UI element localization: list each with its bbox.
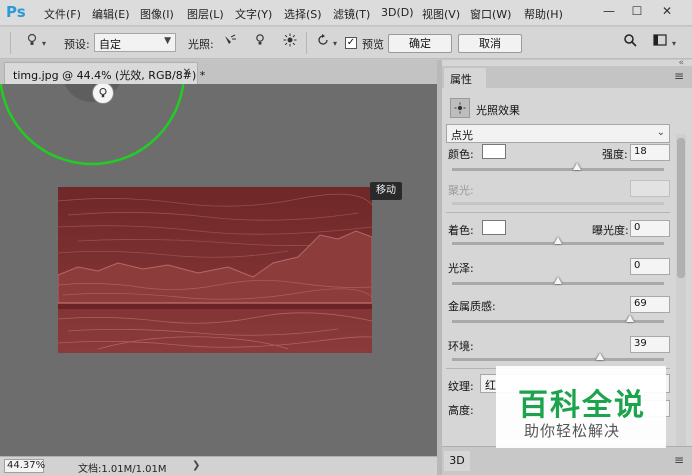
effect-title: 光照效果 [476, 104, 520, 117]
preview-label: 预览 [362, 38, 384, 51]
ok-button[interactable]: 确定 [388, 34, 452, 53]
minimize-button[interactable]: — [598, 2, 620, 20]
panel-header: 属性 ≡ [442, 66, 692, 88]
light-label: 光照: [188, 38, 214, 51]
point-light-icon[interactable] [250, 33, 270, 53]
gloss-slider[interactable] [452, 277, 664, 285]
document-tab-title: timg.jpg @ 44.4% (光效, RGB/8#) * [13, 69, 206, 82]
menu-image[interactable]: 图像(I) [140, 6, 174, 22]
lighting-effects-icon [450, 98, 470, 118]
ambience-label: 环境: [448, 340, 474, 353]
canvas-area[interactable]: 移动 [0, 84, 437, 456]
document-tab[interactable]: timg.jpg @ 44.4% (光效, RGB/8#) * ✕ [4, 62, 205, 84]
maximize-button[interactable]: ☐ [626, 2, 648, 20]
zoom-field[interactable]: 44.37% [4, 459, 45, 473]
cancel-button[interactable]: 取消 [458, 34, 522, 53]
exposure-field[interactable]: 0 [630, 220, 670, 237]
chevron-down-icon: ⌄ [656, 127, 665, 138]
menu-bar: Ps 文件(F) 编辑(E) 图像(I) 图层(L) 文字(Y) 选择(S) 滤… [0, 0, 692, 26]
preset-select[interactable]: 自定 ▼ [94, 33, 176, 52]
metallic-field[interactable]: 69 [630, 296, 670, 313]
scrollbar-thumb[interactable] [677, 138, 685, 278]
menu-select[interactable]: 选择(S) [284, 6, 322, 22]
menu-file[interactable]: 文件(F) [44, 6, 81, 22]
light-type-value: 点光 [451, 129, 473, 142]
intensity-slider-thumb[interactable] [573, 163, 582, 170]
chevron-down-icon[interactable]: ▾ [672, 39, 676, 48]
options-divider [306, 32, 307, 54]
menu-layer[interactable]: 图层(L) [187, 6, 224, 22]
preset-label: 预设: [64, 38, 90, 51]
preset-value: 自定 [99, 38, 121, 51]
reset-icon[interactable] [313, 33, 333, 53]
ambience-field[interactable]: 39 [630, 336, 670, 353]
close-window-button[interactable]: ✕ [656, 2, 678, 20]
texture-label: 纹理: [448, 380, 474, 393]
watermark: 百科全说 助你轻松解决 [496, 366, 666, 448]
intensity-label: 强度: [602, 148, 628, 161]
options-bar: ▾ 预设: 自定 ▼ 光照: ▾ ✓ 预览 确定 取消 ▾ [0, 27, 692, 59]
hotspot-label: 聚光: [448, 184, 474, 197]
intensity-slider[interactable] [452, 163, 664, 171]
menu-filter[interactable]: 滤镜(T) [333, 6, 370, 22]
exposure-slider-thumb[interactable] [554, 237, 562, 244]
color-label: 颜色: [448, 148, 474, 161]
menu-edit[interactable]: 编辑(E) [92, 6, 130, 22]
infinite-light-icon[interactable] [280, 33, 300, 53]
metallic-label: 金属质感: [448, 300, 496, 313]
chevron-down-icon[interactable]: ▾ [333, 39, 337, 48]
watermark-main-text: 百科全说 [518, 388, 646, 423]
light-color-swatch[interactable] [482, 144, 506, 159]
watermark-sub-text: 助你轻松解决 [524, 422, 621, 440]
panel-menu-icon[interactable]: ≡ [674, 69, 684, 83]
tab-properties[interactable]: 属性 [444, 68, 486, 88]
gloss-label: 光泽: [448, 262, 474, 275]
section-divider [446, 212, 670, 213]
panel-footer: 3D ≡ [442, 446, 692, 475]
tab-3d[interactable]: 3D [444, 451, 470, 471]
preview-checkbox[interactable]: ✓ [345, 37, 357, 49]
doc-size[interactable]: 文档:1.01M/1.01M [78, 460, 167, 475]
gloss-field[interactable]: 0 [630, 258, 670, 275]
options-grip [10, 32, 11, 54]
hotspot-slider [452, 202, 664, 205]
panel-scrollbar[interactable] [676, 134, 686, 466]
move-tooltip: 移动 [370, 182, 402, 200]
menu-help[interactable]: 帮助(H) [524, 6, 563, 22]
chevron-right-icon[interactable]: ❯ [192, 460, 200, 471]
chevron-down-icon[interactable]: ▾ [42, 39, 46, 48]
menu-3d[interactable]: 3D(D) [381, 6, 414, 19]
panel-menu-icon[interactable]: ≡ [674, 453, 684, 467]
light-bulb-icon[interactable] [22, 33, 42, 53]
photoshop-logo: Ps [6, 3, 26, 21]
coloring-swatch[interactable] [482, 220, 506, 235]
height-label: 高度: [448, 404, 474, 417]
chevron-down-icon: ▼ [164, 36, 171, 46]
gloss-slider-thumb[interactable] [554, 277, 562, 284]
exposure-label: 曝光度: [592, 224, 629, 237]
document-tab-bar: timg.jpg @ 44.4% (光效, RGB/8#) * ✕ [0, 60, 437, 84]
metallic-slider[interactable] [452, 315, 664, 323]
menu-type[interactable]: 文字(Y) [235, 6, 272, 22]
coloring-label: 着色: [448, 224, 474, 237]
ambience-slider-thumb[interactable] [596, 353, 605, 360]
intensity-field[interactable]: 18 [630, 144, 670, 161]
ambience-slider[interactable] [452, 353, 664, 361]
light-type-select[interactable]: 点光 ⌄ [446, 124, 670, 143]
menu-window[interactable]: 窗口(W) [470, 6, 511, 22]
menu-view[interactable]: 视图(V) [422, 6, 460, 22]
close-icon[interactable]: ✕ [183, 67, 191, 78]
status-bar: 44.37% 文档:1.01M/1.01M ❯ [0, 456, 437, 475]
search-icon[interactable] [620, 33, 640, 53]
spot-light-icon[interactable] [220, 33, 240, 53]
workspace-icon[interactable] [650, 33, 670, 53]
texture-value: 红 [485, 379, 496, 392]
metallic-slider-thumb[interactable] [626, 315, 635, 322]
hotspot-field [630, 180, 670, 197]
document-image[interactable] [58, 187, 372, 353]
exposure-slider[interactable] [452, 237, 664, 245]
